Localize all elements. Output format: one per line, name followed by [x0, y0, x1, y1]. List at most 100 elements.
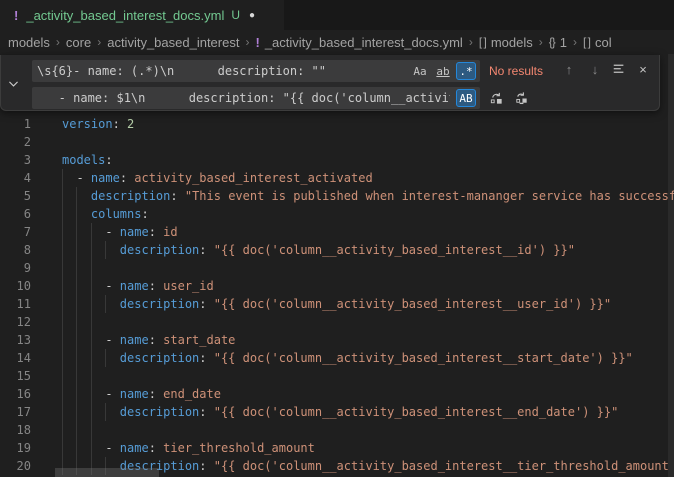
- breadcrumb-label: 1: [560, 35, 567, 50]
- code-line[interactable]: 4 - name: activity_based_interest_activa…: [0, 169, 674, 187]
- code-line[interactable]: 8 description: "{{ doc('column__activity…: [0, 241, 674, 259]
- breadcrumb-item-core[interactable]: core: [66, 35, 91, 50]
- regex-button[interactable]: .*: [456, 62, 476, 80]
- line-number: 9: [0, 259, 31, 277]
- code-line[interactable]: 2: [0, 133, 674, 151]
- code-line[interactable]: 13 - name: start_date: [0, 331, 674, 349]
- line-number: 2: [0, 133, 31, 151]
- find-in-selection-button[interactable]: [609, 59, 629, 79]
- token-k: description: [120, 405, 199, 419]
- breadcrumb-item-activity-based-interest[interactable]: activity_based_interest: [107, 35, 239, 50]
- code-line[interactable]: 9: [0, 259, 674, 277]
- code-line[interactable]: 12: [0, 313, 674, 331]
- token-k: name: [120, 387, 149, 401]
- editor-tab[interactable]: ! _activity_based_interest_docs.yml U ●: [0, 0, 284, 30]
- token-p: :: [199, 243, 213, 257]
- token-p: :: [199, 405, 213, 419]
- breadcrumb-label: _activity_based_interest_docs.yml: [265, 35, 463, 50]
- replace-all-button[interactable]: [511, 88, 531, 108]
- code-line[interactable]: 10 - name: user_id: [0, 277, 674, 295]
- chevron-down-icon: [7, 77, 20, 90]
- code-line[interactable]: 16 - name: end_date: [0, 385, 674, 403]
- find-replace-widget: Aa ab .* No results ↑ ↓ ×: [0, 55, 660, 111]
- line-number: 16: [0, 385, 31, 403]
- line-number: 7: [0, 223, 31, 241]
- replace-icon: [489, 91, 504, 106]
- find-results-count: No results: [489, 64, 543, 78]
- toggle-replace-button[interactable]: [4, 73, 22, 93]
- indent-guide: [62, 367, 63, 385]
- breadcrumb-item-models[interactable]: models: [8, 35, 50, 50]
- breadcrumb-separator-icon: ›: [573, 35, 577, 49]
- breadcrumb-item--activity-based-interest-docs-yml[interactable]: !_activity_based_interest_docs.yml: [255, 35, 462, 50]
- breadcrumb-label: col: [595, 35, 612, 50]
- modified-indicator-dot[interactable]: ●: [249, 10, 255, 21]
- token-s: "{{ doc('column__activity_based_interest…: [214, 243, 575, 257]
- token-s: activity_based_interest_activated: [134, 171, 372, 185]
- line-number: 17: [0, 403, 31, 421]
- code-line[interactable]: 19 - name: tier_threshold_amount: [0, 439, 674, 457]
- code-text: models:: [62, 151, 113, 169]
- token-s: "{{ doc('column__activity_based_interest…: [214, 405, 619, 419]
- token-k: name: [120, 225, 149, 239]
- find-input-wrap: Aa ab .*: [32, 60, 480, 82]
- code-line[interactable]: 18: [0, 421, 674, 439]
- previous-match-button[interactable]: ↑: [559, 59, 579, 79]
- editor[interactable]: 1version: 223models:4 - name: activity_b…: [0, 54, 674, 477]
- next-match-button[interactable]: ↓: [585, 59, 605, 79]
- token-s: "This event is published when interest-m…: [185, 189, 674, 203]
- breadcrumb-item-col[interactable]: [ ]col: [583, 35, 612, 50]
- whole-word-button[interactable]: ab: [433, 62, 453, 80]
- close-find-widget-button[interactable]: ×: [633, 59, 653, 79]
- breadcrumb-label: models: [8, 35, 50, 50]
- token-k: description: [120, 351, 199, 365]
- line-number: 4: [0, 169, 31, 187]
- code-line[interactable]: 3models:: [0, 151, 674, 169]
- indent-guide: [76, 421, 77, 439]
- preserve-case-button[interactable]: AB: [456, 89, 476, 107]
- line-number: 15: [0, 367, 31, 385]
- indent-guide: [76, 313, 77, 331]
- vertical-scrollbar[interactable]: [668, 54, 674, 477]
- code-line[interactable]: 1version: 2: [0, 115, 674, 133]
- line-number: 13: [0, 331, 31, 349]
- replace-input[interactable]: [32, 87, 480, 109]
- line-number: 18: [0, 421, 31, 439]
- code-line[interactable]: 5 description: "This event is published …: [0, 187, 674, 205]
- breadcrumb-item-models[interactable]: [ ]models: [479, 35, 533, 50]
- token-k: name: [120, 333, 149, 347]
- token-p: :: [149, 441, 163, 455]
- code-text: description: "{{ doc('column__activity_b…: [62, 295, 611, 313]
- code-line[interactable]: 6 columns:: [0, 205, 674, 223]
- token-k: name: [120, 279, 149, 293]
- tab-bar: ! _activity_based_interest_docs.yml U ●: [0, 0, 674, 30]
- token-p: [62, 189, 91, 203]
- breadcrumb-separator-icon: ›: [539, 35, 543, 49]
- token-s: "{{ doc('column__activity_based_interest…: [214, 351, 633, 365]
- code-line[interactable]: 14 description: "{{ doc('column__activit…: [0, 349, 674, 367]
- token-p: :: [170, 189, 184, 203]
- breadcrumb-item-1[interactable]: {}1: [549, 35, 567, 50]
- code-line[interactable]: 7 - name: id: [0, 223, 674, 241]
- token-k: name: [91, 171, 120, 185]
- code-text: columns:: [62, 205, 149, 223]
- token-k: name: [120, 441, 149, 455]
- token-s: start_date: [163, 333, 235, 347]
- arrow-up-icon: ↑: [566, 62, 573, 77]
- code-line[interactable]: 15: [0, 367, 674, 385]
- token-p: :: [149, 279, 163, 293]
- yaml-file-icon: !: [14, 8, 18, 23]
- token-k: description: [91, 189, 170, 203]
- token-p: -: [62, 279, 120, 293]
- match-case-button[interactable]: Aa: [410, 62, 430, 80]
- token-p: :: [199, 351, 213, 365]
- breadcrumb: models›core›activity_based_interest›!_ac…: [0, 30, 674, 54]
- token-s: end_date: [163, 387, 221, 401]
- code-text: - name: id: [62, 223, 178, 241]
- line-number: 8: [0, 241, 31, 259]
- replace-button[interactable]: [486, 88, 506, 108]
- code-text: description: "This event is published wh…: [62, 187, 674, 205]
- horizontal-scrollbar[interactable]: [55, 468, 159, 477]
- code-line[interactable]: 11 description: "{{ doc('column__activit…: [0, 295, 674, 313]
- code-line[interactable]: 17 description: "{{ doc('column__activit…: [0, 403, 674, 421]
